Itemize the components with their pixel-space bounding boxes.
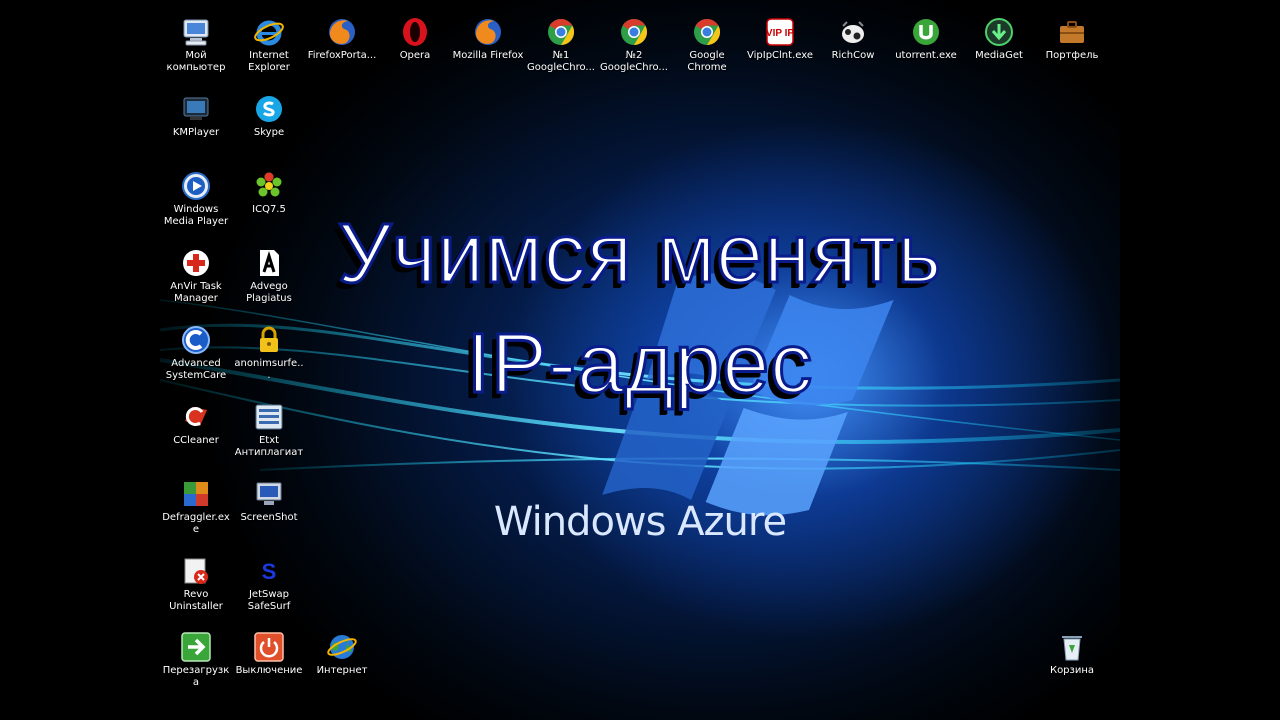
chrome-icon <box>694 18 721 46</box>
desktop-icon-internet-explorer[interactable]: Internet Explorer <box>233 16 305 74</box>
desktop-icon-skype[interactable]: Skype <box>233 93 305 139</box>
power-icon <box>254 632 284 662</box>
desktop-icon-label: Корзина <box>1049 665 1095 676</box>
desktop-icon-shutdown[interactable]: Выключение <box>233 631 305 677</box>
kmplayer-icon <box>183 97 209 120</box>
desktop-icon-label: Defraggler.exe <box>162 512 230 535</box>
computer-icon <box>183 19 209 46</box>
desktop-icon-label: utorrent.exe <box>895 50 957 61</box>
desktop-icon-label: Advanced SystemCare <box>165 358 227 381</box>
jetswap-badge: S <box>262 559 277 584</box>
cow-icon <box>842 21 864 43</box>
ccleaner-icon <box>185 407 207 426</box>
desktop-icon-advanced-systemcare[interactable]: Advanced SystemCare <box>160 324 232 382</box>
desktop-icon-label: Etxt Антиплагиат <box>234 435 304 458</box>
windows-azure-logo-text: Windows Azure <box>493 499 787 545</box>
desktop-icon-mediaget[interactable]: MediaGet <box>963 16 1035 62</box>
desktop-icon-anonimsurfer[interactable]: anonimsurfe... <box>233 324 305 382</box>
revo-uninstaller-icon <box>184 558 208 584</box>
desktop-icon-utorrent[interactable]: utorrent.exe <box>890 16 962 62</box>
desktop-icon-firefox-portable[interactable]: FirefoxPorta... <box>306 16 378 62</box>
defraggler-icon <box>184 482 208 506</box>
desktop-icon-label: Интернет <box>316 665 368 676</box>
utorrent-icon <box>913 19 939 45</box>
desktop-icon-recycle-bin[interactable]: Корзина <box>1036 631 1108 677</box>
desktop-icon-advego-plagiatus[interactable]: Advego Plagiatus <box>233 247 305 305</box>
globe-icon <box>327 635 357 659</box>
advego-icon <box>260 250 279 276</box>
desktop-icon-internet[interactable]: Интернет <box>306 631 378 677</box>
arrow-right-icon <box>181 632 211 662</box>
desktop-icon-revo-uninstaller[interactable]: Revo Uninstaller <box>160 555 232 613</box>
desktop-icon-ccleaner[interactable]: CCleaner <box>160 401 232 447</box>
vipip-icon: VIP IP <box>766 18 794 46</box>
vipip-badge: VIP IP <box>766 28 794 39</box>
desktop-icon-label: RichCow <box>831 50 875 61</box>
recycle-bin-icon <box>1062 636 1082 661</box>
desktop-icon-label: Advego Plagiatus <box>246 281 292 304</box>
desktop-icon-my-computer[interactable]: Мой компьютер <box>160 16 232 74</box>
desktop-icon-label: CCleaner <box>173 435 219 446</box>
chrome-icon <box>548 18 575 46</box>
firefox-icon <box>475 19 501 45</box>
desktop-icon-label: Выключение <box>235 665 303 676</box>
desktop-icon-vipip[interactable]: VIP IP VipIpClnt.exe <box>744 16 816 62</box>
desktop-icon-label: Google Chrome <box>687 50 727 73</box>
desktop-icon-anvir-task-manager[interactable]: AnVir Task Manager <box>160 247 232 305</box>
desktop-icon-label: anonimsurfe... <box>234 358 304 381</box>
desktop-icon-richcow[interactable]: RichCow <box>817 16 889 62</box>
desktop-icon-windows-media-player[interactable]: Windows Media Player <box>160 170 232 228</box>
desktop-icon-label: Портфель <box>1045 50 1099 61</box>
internet-explorer-icon <box>254 20 284 46</box>
desktop-icon-label: JetSwap SafeSurf <box>247 589 291 612</box>
media-player-icon <box>182 172 210 200</box>
desktop-icon-google-chrome-2[interactable]: №2 GoogleChro... <box>598 16 670 74</box>
desktop-icon-label: VipIpClnt.exe <box>747 50 813 61</box>
desktop-icon-label: MediaGet <box>975 50 1023 61</box>
mediaget-icon <box>985 18 1013 46</box>
briefcase-icon <box>1060 21 1084 43</box>
desktop-icon-label: Mozilla Firefox <box>452 50 524 61</box>
desktop-icon-reboot[interactable]: Перезагрузка <box>160 631 232 689</box>
desktop-icon-google-chrome[interactable]: Google Chrome <box>671 16 743 74</box>
systemcare-icon <box>182 326 210 354</box>
desktop-icon-label: ScreenShot <box>240 512 298 523</box>
desktop-icon-label: FirefoxPorta... <box>307 50 377 61</box>
desktop-icon-label: №2 GoogleChro... <box>600 50 668 73</box>
padlock-icon <box>260 326 278 352</box>
jetswap-icon: S <box>262 559 277 584</box>
etxt-icon <box>255 404 283 430</box>
desktop-icon-label: №1 GoogleChro... <box>527 50 595 73</box>
desktop-icon-icq[interactable]: ICQ7.5 <box>233 170 305 216</box>
desktop-icon-label: Opera <box>399 50 431 61</box>
desktop-icon-label: KMPlayer <box>172 127 220 138</box>
desktop-icon-mozilla-firefox[interactable]: Mozilla Firefox <box>452 16 524 62</box>
desktop-icon-label: Internet Explorer <box>248 50 290 73</box>
desktop-icon-etxt-antiplagiat[interactable]: Etxt Антиплагиат <box>233 401 305 459</box>
anvir-icon <box>183 250 209 276</box>
desktop-icon-briefcase[interactable]: Портфель <box>1036 16 1108 62</box>
firefox-icon <box>329 19 355 45</box>
desktop-icon-label: Windows Media Player <box>163 204 229 227</box>
desktop: Windows Azure Учимся менять IP-адрес Мой… <box>160 0 1120 720</box>
desktop-icon-opera[interactable]: Opera <box>379 16 451 62</box>
desktop-icon-label: Revo Uninstaller <box>169 589 223 612</box>
desktop-icon-label: ICQ7.5 <box>252 204 286 215</box>
icq-flower-icon <box>256 172 282 197</box>
desktop-icon-label: Мой компьютер <box>166 50 226 73</box>
skype-icon <box>256 96 282 122</box>
chrome-icon <box>621 18 648 46</box>
monitor-icon <box>256 482 282 505</box>
desktop-icon-jetswap[interactable]: S JetSwap SafeSurf <box>233 555 305 613</box>
desktop-icon-screenshot[interactable]: ScreenShot <box>233 478 305 524</box>
opera-icon <box>403 18 427 46</box>
desktop-icon-google-chrome-1[interactable]: №1 GoogleChro... <box>525 16 597 74</box>
desktop-icon-kmplayer[interactable]: KMPlayer <box>160 93 232 139</box>
desktop-icon-label: Skype <box>253 127 285 138</box>
desktop-icon-defraggler[interactable]: Defraggler.exe <box>160 478 232 536</box>
desktop-icon-label: AnVir Task Manager <box>170 281 222 304</box>
desktop-icon-label: Перезагрузка <box>162 665 230 688</box>
